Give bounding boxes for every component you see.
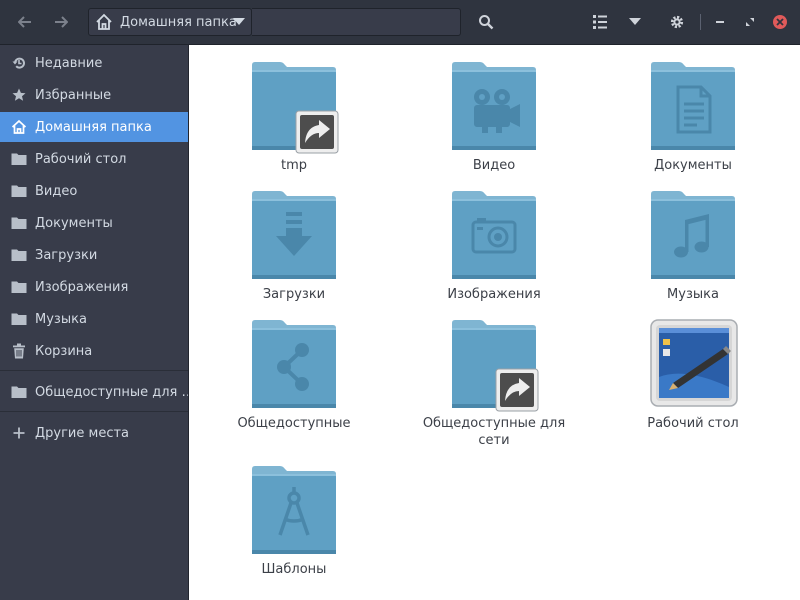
home-icon	[96, 13, 112, 30]
folder-icon	[11, 279, 27, 295]
sidebar-item-label: Музыка	[35, 311, 87, 327]
minimize-button[interactable]	[707, 10, 733, 34]
folder-icon	[11, 183, 27, 199]
sidebar-item-label: Загрузки	[35, 247, 98, 263]
file-name: Шаблоны	[261, 562, 327, 577]
recent-icon	[11, 55, 27, 71]
sidebar-item-label: Домашняя папка	[35, 119, 152, 135]
location-label: Домашняя папка	[120, 14, 237, 30]
sidebar-item-desktop[interactable]: Рабочий стол	[0, 144, 188, 174]
file-item-tmp[interactable]: tmp	[209, 59, 379, 174]
folder-icon	[11, 384, 27, 400]
file-item-public[interactable]: Общедоступные	[209, 317, 379, 432]
view-mode-button[interactable]	[587, 10, 613, 34]
sidebar-item-downloads[interactable]: Загрузки	[0, 240, 188, 270]
back-button[interactable]	[12, 10, 38, 34]
file-item-desktop[interactable]: Рабочий стол	[608, 317, 778, 432]
file-name: Загрузки	[262, 287, 326, 302]
forward-button[interactable]	[48, 10, 74, 34]
sidebar-item-label: Недавние	[35, 55, 103, 71]
sidebar-item-trash[interactable]: Корзина	[0, 336, 188, 366]
sidebar-item-videos[interactable]: Видео	[0, 176, 188, 206]
list-view-icon	[593, 15, 607, 29]
close-icon	[773, 15, 787, 29]
location-button[interactable]: Домашняя папка	[88, 8, 252, 36]
sidebar: Недавние Избранные Домашняя папка Рабочи…	[0, 45, 189, 600]
trash-icon	[11, 343, 27, 359]
sidebar-item-label: Изображения	[35, 279, 129, 295]
sidebar-item-label: Видео	[35, 183, 78, 199]
header-separator	[700, 14, 701, 30]
folder-icon	[11, 215, 27, 231]
file-item-music[interactable]: Музыка	[608, 188, 778, 303]
folder-icon	[11, 151, 27, 167]
home-icon	[11, 119, 27, 135]
file-name: Общедоступные для сети	[422, 416, 566, 448]
header-bar: Домашняя папка	[0, 0, 800, 45]
sidebar-item-label: Общедоступные для …	[35, 384, 188, 400]
sidebar-item-label: Избранные	[35, 87, 112, 103]
folder-documents-icon	[651, 62, 735, 150]
file-name: Видео	[472, 158, 516, 173]
plus-icon	[11, 425, 27, 441]
sidebar-item-label: Корзина	[35, 343, 93, 359]
folder-video-icon	[452, 62, 536, 150]
gear-icon	[670, 15, 684, 29]
path-bar	[252, 8, 461, 36]
sidebar-separator	[0, 370, 188, 371]
file-name: tmp	[280, 158, 307, 173]
back-arrow-icon	[18, 16, 31, 28]
folder-pictures-icon	[452, 191, 536, 279]
file-name: Музыка	[667, 287, 719, 302]
restore-button[interactable]	[737, 10, 763, 34]
folder-link-icon	[252, 62, 339, 154]
sidebar-item-music[interactable]: Музыка	[0, 304, 188, 334]
file-name: Рабочий стол	[647, 416, 739, 431]
sidebar-item-label: Рабочий стол	[35, 151, 127, 167]
sidebar-item-label: Другие места	[35, 425, 130, 441]
file-grid: tmp Видео Документы Загрузки Изображения…	[189, 45, 800, 600]
file-item-public-network[interactable]: Общедоступные для сети	[409, 317, 579, 449]
folder-icon	[11, 311, 27, 327]
file-name: Изображения	[447, 287, 541, 302]
view-options-button[interactable]	[622, 10, 648, 34]
folder-music-icon	[651, 191, 735, 279]
sidebar-item-documents[interactable]: Документы	[0, 208, 188, 238]
folder-link-icon	[452, 320, 539, 412]
file-item-templates[interactable]: Шаблоны	[209, 463, 379, 578]
minimize-icon	[716, 21, 724, 23]
file-name: Документы	[654, 158, 732, 173]
sidebar-item-other-locations[interactable]: Другие места	[0, 418, 188, 448]
sidebar-item-recent[interactable]: Недавние	[0, 48, 188, 78]
file-name: Общедоступные	[237, 416, 351, 431]
file-manager-window: Домашняя папка Недавние Избранные Домашн…	[0, 0, 800, 600]
sidebar-item-starred[interactable]: Избранные	[0, 80, 188, 110]
navigation-group	[8, 8, 80, 36]
folder-templates-icon	[252, 466, 336, 554]
settings-button[interactable]	[664, 10, 690, 34]
search-button[interactable]	[473, 10, 499, 34]
sidebar-item-label: Документы	[35, 215, 113, 231]
sidebar-separator	[0, 411, 188, 412]
forward-arrow-icon	[55, 16, 68, 28]
sidebar-item-home[interactable]: Домашняя папка	[0, 112, 188, 142]
chevron-down-icon	[233, 18, 245, 25]
file-item-documents[interactable]: Документы	[608, 59, 778, 174]
file-item-videos[interactable]: Видео	[409, 59, 579, 174]
search-icon	[479, 15, 494, 30]
file-item-pictures[interactable]: Изображения	[409, 188, 579, 303]
folder-share-icon	[252, 320, 336, 408]
chevron-down-icon	[629, 18, 641, 25]
restore-icon	[746, 18, 754, 26]
star-icon	[11, 87, 27, 103]
close-button[interactable]	[767, 10, 793, 34]
folder-icon	[11, 247, 27, 263]
sidebar-item-pictures[interactable]: Изображения	[0, 272, 188, 302]
file-item-downloads[interactable]: Загрузки	[209, 188, 379, 303]
sidebar-item-public-network[interactable]: Общедоступные для …	[0, 377, 188, 407]
folder-download-icon	[252, 191, 336, 279]
desktop-icon	[650, 319, 738, 407]
